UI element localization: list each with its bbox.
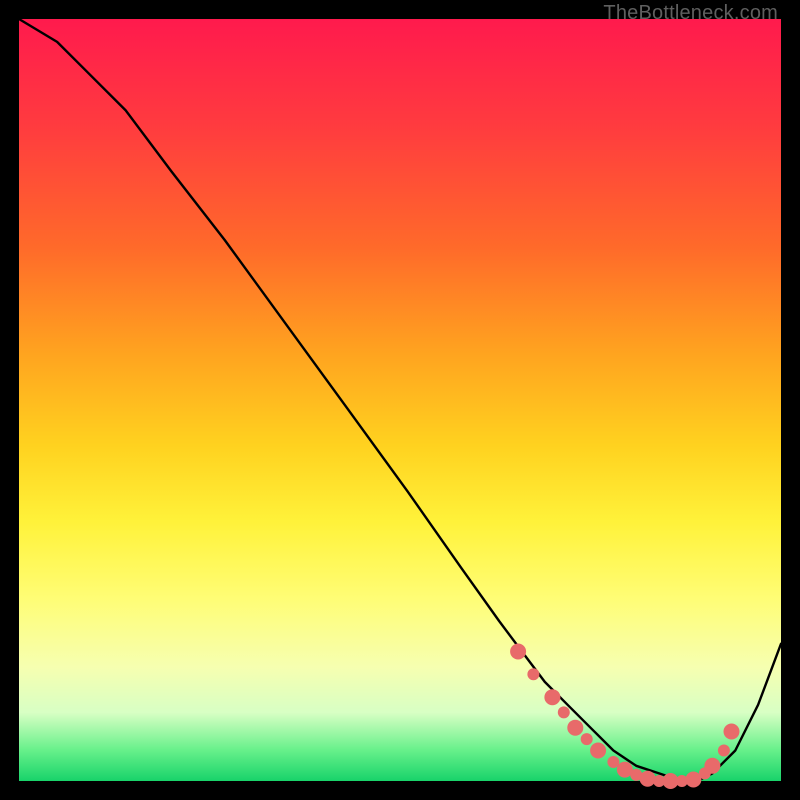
curve-svg xyxy=(19,19,781,781)
marker-group xyxy=(510,644,739,790)
marker-dot xyxy=(567,720,583,736)
curve-path xyxy=(19,19,781,781)
chart-stage: TheBottleneck.com xyxy=(0,0,800,800)
marker-dot xyxy=(544,689,560,705)
marker-dot xyxy=(581,733,593,745)
marker-dot xyxy=(527,668,539,680)
marker-dot xyxy=(640,771,656,787)
marker-dot xyxy=(718,745,730,757)
marker-dot xyxy=(704,758,720,774)
plot-area xyxy=(19,19,781,781)
marker-dot xyxy=(590,743,606,759)
marker-dot xyxy=(510,644,526,660)
marker-dot xyxy=(724,724,740,740)
marker-dot xyxy=(558,706,570,718)
